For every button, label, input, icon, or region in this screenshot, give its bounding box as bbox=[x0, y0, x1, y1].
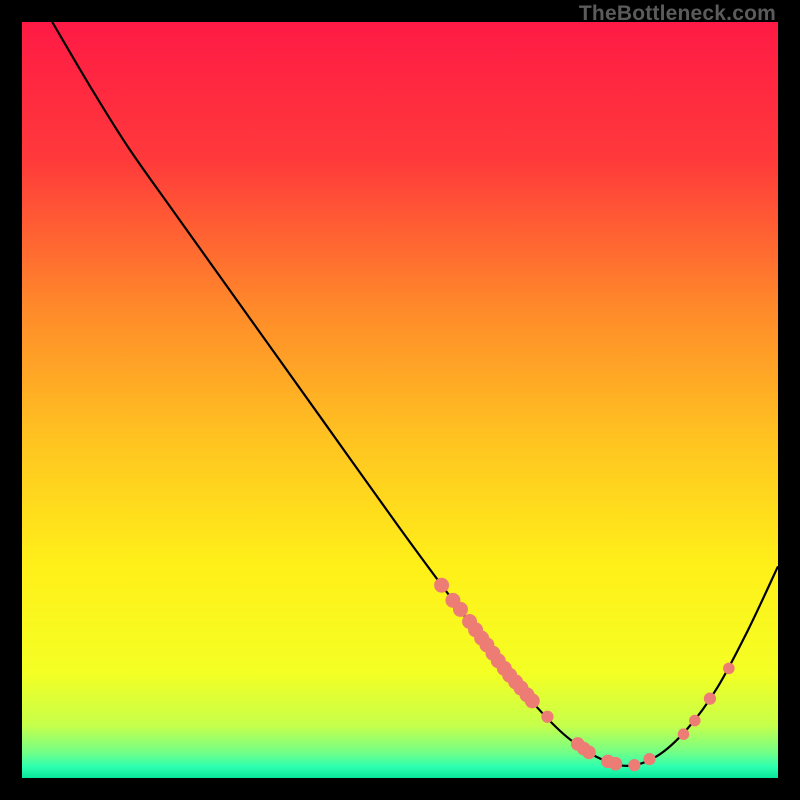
marker-dot bbox=[609, 757, 623, 771]
marker-dot bbox=[678, 728, 690, 740]
marker-dot bbox=[628, 759, 640, 771]
marker-dot bbox=[643, 753, 655, 765]
marker-dot bbox=[723, 663, 735, 675]
marker-dot bbox=[525, 693, 540, 708]
bottleneck-chart bbox=[22, 22, 778, 778]
marker-dot bbox=[541, 711, 553, 723]
marker-dot bbox=[453, 602, 468, 617]
marker-dot bbox=[434, 578, 449, 593]
marker-dot bbox=[704, 693, 716, 705]
marker-dot bbox=[582, 746, 596, 760]
gradient-background bbox=[22, 22, 778, 778]
marker-dot bbox=[689, 715, 701, 727]
